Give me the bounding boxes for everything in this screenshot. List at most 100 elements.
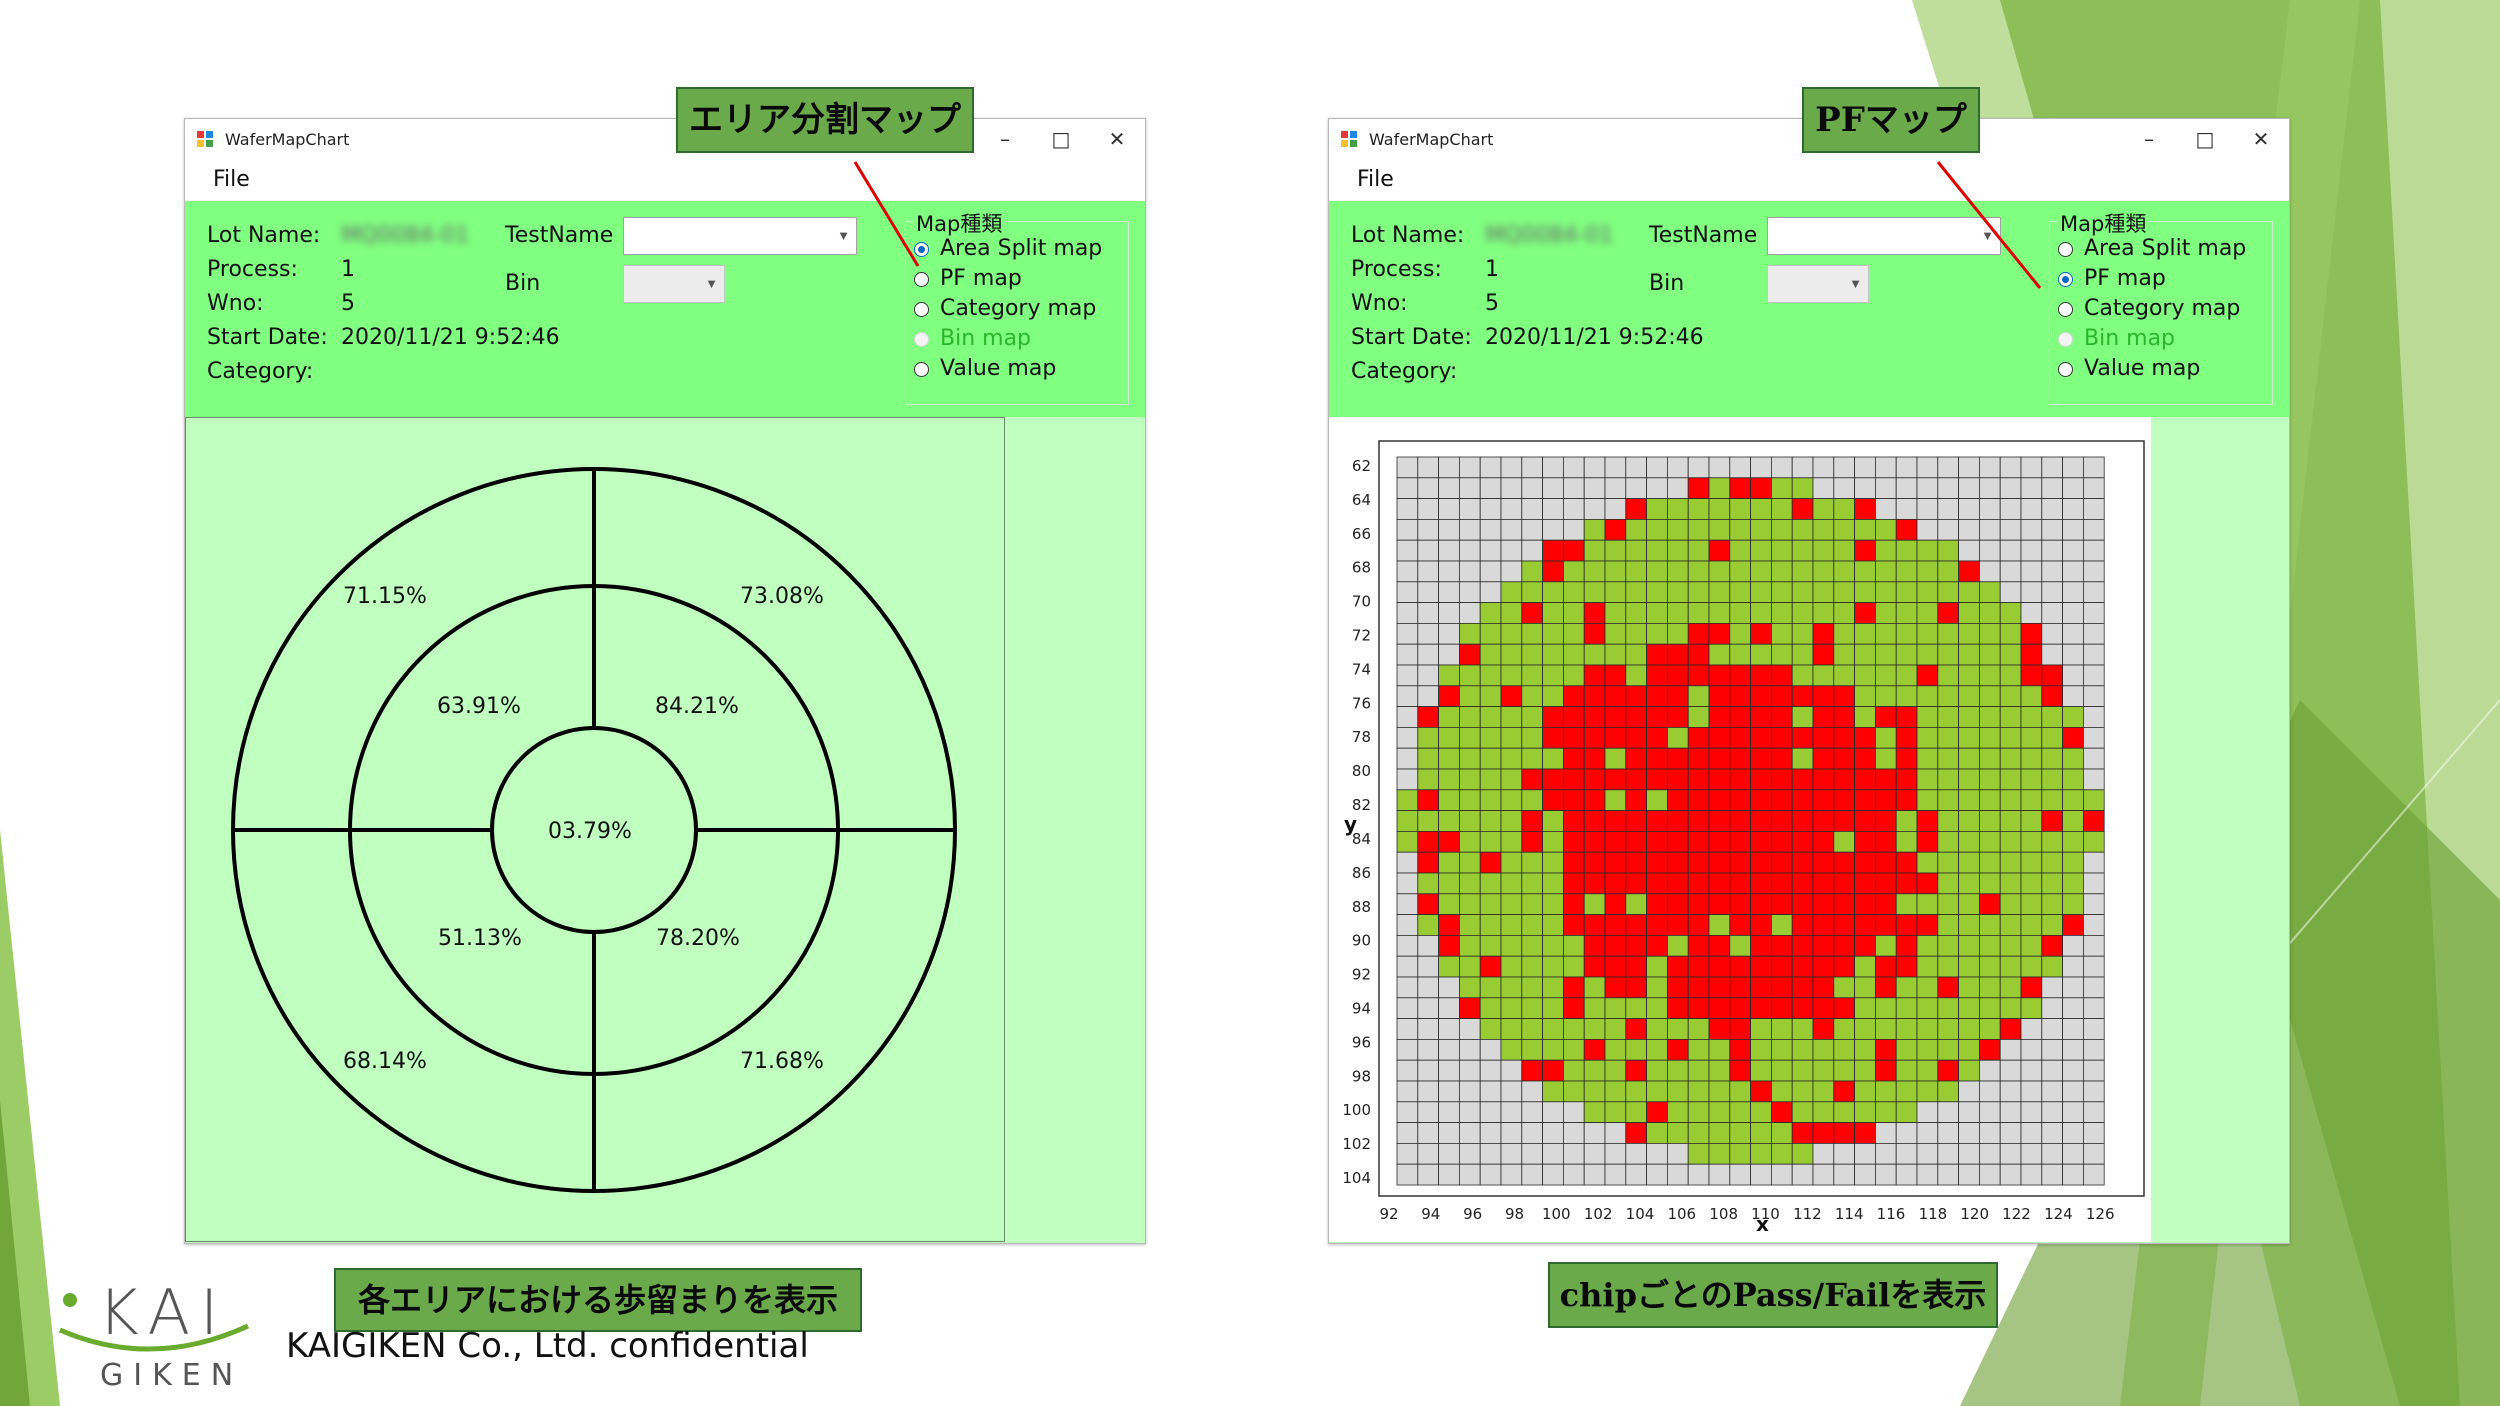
- wafer-chip: [1875, 1122, 1897, 1144]
- wafer-chip: [1604, 726, 1627, 749]
- y-tick-label: 66: [1352, 525, 1371, 543]
- wafer-chip: [1729, 1143, 1751, 1165]
- wafer-chip: [1625, 935, 1647, 957]
- pf-map-region: 62 64 66 68 70 72 74 76 78 80 82 84 86 88 90 92 94 96 98 10…: [1329, 417, 2289, 1243]
- wafer-chip: [1417, 664, 1440, 687]
- wafer-chip: [2020, 477, 2043, 499]
- wafer-chip: [1854, 1143, 1876, 1165]
- wafer-chip: [1396, 664, 1419, 687]
- wafer-chip: [1438, 1122, 1460, 1144]
- wafer-chip: [1791, 622, 1814, 645]
- wafer-chip: [1791, 498, 1814, 520]
- wafer-chip: [1396, 560, 1419, 583]
- y-tick-label: 94: [1352, 1000, 1371, 1018]
- wafer-chip: [1895, 581, 1918, 604]
- wafer-chip: [1916, 789, 1939, 811]
- wafer-chip: [1583, 1101, 1606, 1123]
- wafer-chip: [1854, 456, 1876, 479]
- wafer-chip: [1438, 851, 1460, 874]
- wafer-chip: [1542, 622, 1564, 645]
- wafer-chip: [1687, 477, 1710, 499]
- y-tick-label: 68: [1352, 559, 1371, 577]
- wafer-chip: [2041, 664, 2063, 687]
- wafer-chip: [1521, 893, 1544, 915]
- wafer-chip: [1562, 622, 1585, 645]
- area-center: 03.79%: [548, 819, 632, 844]
- wafer-chip: [1646, 789, 1668, 811]
- wafer-chip: [1791, 664, 1814, 687]
- wafer-chip: [2083, 1143, 2105, 1165]
- wafer-chip: [2083, 1080, 2105, 1103]
- wafer-chip: [1999, 685, 2022, 707]
- wafer-chip: [1646, 706, 1668, 728]
- wafer-chip: [1687, 1018, 1710, 1040]
- wafer-chip: [1812, 560, 1835, 583]
- wafer-chip: [1417, 997, 1440, 1019]
- wafer-chip: [1708, 622, 1731, 645]
- wafer-chip: [1687, 685, 1710, 707]
- wafer-chip: [1833, 456, 1855, 479]
- wafer-chip: [1500, 622, 1523, 645]
- wafer-chip: [1708, 726, 1731, 749]
- wafer-chip: [1833, 1122, 1855, 1144]
- wafer-chip: [1646, 664, 1668, 687]
- wafer-chip: [1604, 602, 1627, 624]
- wafer-chip: [1812, 726, 1835, 749]
- wafer-chip: [1646, 893, 1668, 915]
- wafer-chip: [1854, 581, 1876, 604]
- wafer-chip: [1646, 935, 1668, 957]
- wafer-chip: [2041, 1059, 2063, 1082]
- wafer-chip: [1937, 1101, 1959, 1123]
- wafer-chip: [1708, 997, 1731, 1019]
- wafer-chip: [1604, 1101, 1627, 1123]
- wafer-chip: [1833, 622, 1855, 645]
- wafer-chip: [1417, 726, 1440, 749]
- wafer-chip: [1999, 456, 2022, 479]
- wafer-chip: [1875, 768, 1897, 791]
- wafer-chip: [1500, 893, 1523, 915]
- wafer-chip: [1583, 726, 1606, 749]
- wafer-chip: [1666, 1018, 1689, 1040]
- wafer-chip: [1958, 1080, 1980, 1103]
- wafer-chip: [1583, 872, 1606, 895]
- wafer-chip: [1521, 872, 1544, 895]
- wafer-chip: [1854, 768, 1876, 791]
- wafer-chip: [1583, 560, 1606, 583]
- wafer-chip: [1958, 1101, 1980, 1123]
- wafer-chip: [2062, 1143, 2084, 1165]
- wafer-chip: [2041, 477, 2063, 499]
- wafer-chip: [1625, 789, 1647, 811]
- wafer-chip: [1500, 456, 1523, 479]
- wafer-chip: [1646, 747, 1668, 770]
- wafer-chip: [2083, 997, 2105, 1019]
- wafer-chip: [1562, 976, 1585, 999]
- wafer-chip: [2020, 893, 2043, 915]
- wafer-chip: [2062, 456, 2084, 479]
- wafer-chip: [1583, 602, 1606, 624]
- wafer-chip: [1791, 1039, 1814, 1061]
- x-tick-label: 114: [1835, 1205, 1864, 1223]
- wafer-chip: [1750, 768, 1772, 791]
- wafer-chip: [1979, 456, 2001, 479]
- wafer-chip: [1958, 935, 1980, 957]
- wafer-chip: [1646, 477, 1668, 499]
- wafer-chip: [1916, 747, 1939, 770]
- wafer-chip: [1479, 519, 1502, 541]
- wafer-chip: [1895, 747, 1918, 770]
- wafer-chip: [1458, 893, 1481, 915]
- wafer-chip: [1625, 1039, 1647, 1061]
- wafer-chip: [1875, 935, 1897, 957]
- wafer-chip: [1875, 706, 1897, 728]
- wafer-chip: [1958, 1163, 1980, 1186]
- wafer-chip: [1750, 456, 1772, 479]
- wafer-chip: [1833, 955, 1855, 978]
- wafer-chip: [1875, 1059, 1897, 1082]
- wafer-chip: [1958, 747, 1980, 770]
- wafer-chip: [1791, 872, 1814, 895]
- wafer-chip: [1791, 976, 1814, 999]
- wafer-chip: [1500, 581, 1523, 604]
- wafer-chip: [1770, 997, 1793, 1019]
- wafer-chip: [1708, 747, 1731, 770]
- wafer-chip: [1937, 643, 1959, 666]
- wafer-chip: [1562, 1039, 1585, 1061]
